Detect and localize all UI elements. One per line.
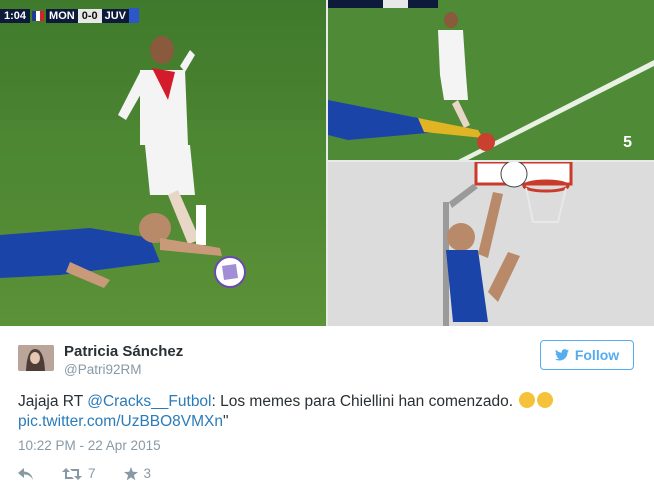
home-team: MON [46,8,78,23]
joy-emoji-icon [519,392,536,408]
match-time: 1:04 [0,8,31,23]
photo-main-tackle[interactable]: 1:04 MON 0-0 JUV [0,0,326,326]
tweet-timestamp[interactable]: 10:22 PM - 22 Apr 2015 [18,438,161,453]
avatar[interactable] [18,345,54,371]
channel-logo: 5 [623,134,632,151]
favorite-star-icon [123,466,138,480]
scoreboard: 1:04 MON 0-0 JUV [0,8,140,23]
profile-photo-icon [18,345,54,371]
author-name[interactable]: Patricia Sánchez [64,343,183,360]
photo-wide-angle[interactable]: 5 [328,0,654,160]
tweet-text-body: : Los memes para Chiellini han comenzado… [211,393,518,410]
author-handle[interactable]: @Patri92RM [64,362,141,377]
mention-link[interactable]: @Cracks__Futbol [87,393,211,410]
retweet-icon [62,467,82,480]
away-team: JUV [101,8,130,23]
france-flag-icon [32,10,45,21]
photo-basketball-meme[interactable] [328,162,654,326]
score-value: 0-0 [77,8,102,23]
tweet-text-prefix: Jajaja RT [18,393,88,410]
retweet-button[interactable]: 7 [62,466,96,481]
scoreboard-accent [129,8,140,23]
twitter-bird-icon [554,349,569,361]
football-pitch-wide-image [328,0,654,160]
pic-link[interactable]: pic.twitter.com/UzBBO8VMXn [18,413,223,430]
tweet-actions: 7 3 [18,466,151,481]
follow-label: Follow [574,347,620,363]
basketball-meme-image [328,162,654,326]
favorite-count: 3 [143,466,152,481]
retweet-count: 7 [88,466,96,481]
reply-button[interactable] [18,467,34,481]
tweet-text-suffix: " [223,413,229,430]
reply-icon [18,467,33,480]
follow-button[interactable]: Follow [540,340,634,370]
favorite-button[interactable]: 3 [123,466,152,481]
football-pitch-image [0,0,326,326]
tweet-media-grid[interactable]: 1:04 MON 0-0 JUV 5 [0,0,654,326]
tweet-text: Jajaja RT @Cracks__Futbol: Los memes par… [18,392,638,432]
joy-emoji-icon [537,392,554,408]
